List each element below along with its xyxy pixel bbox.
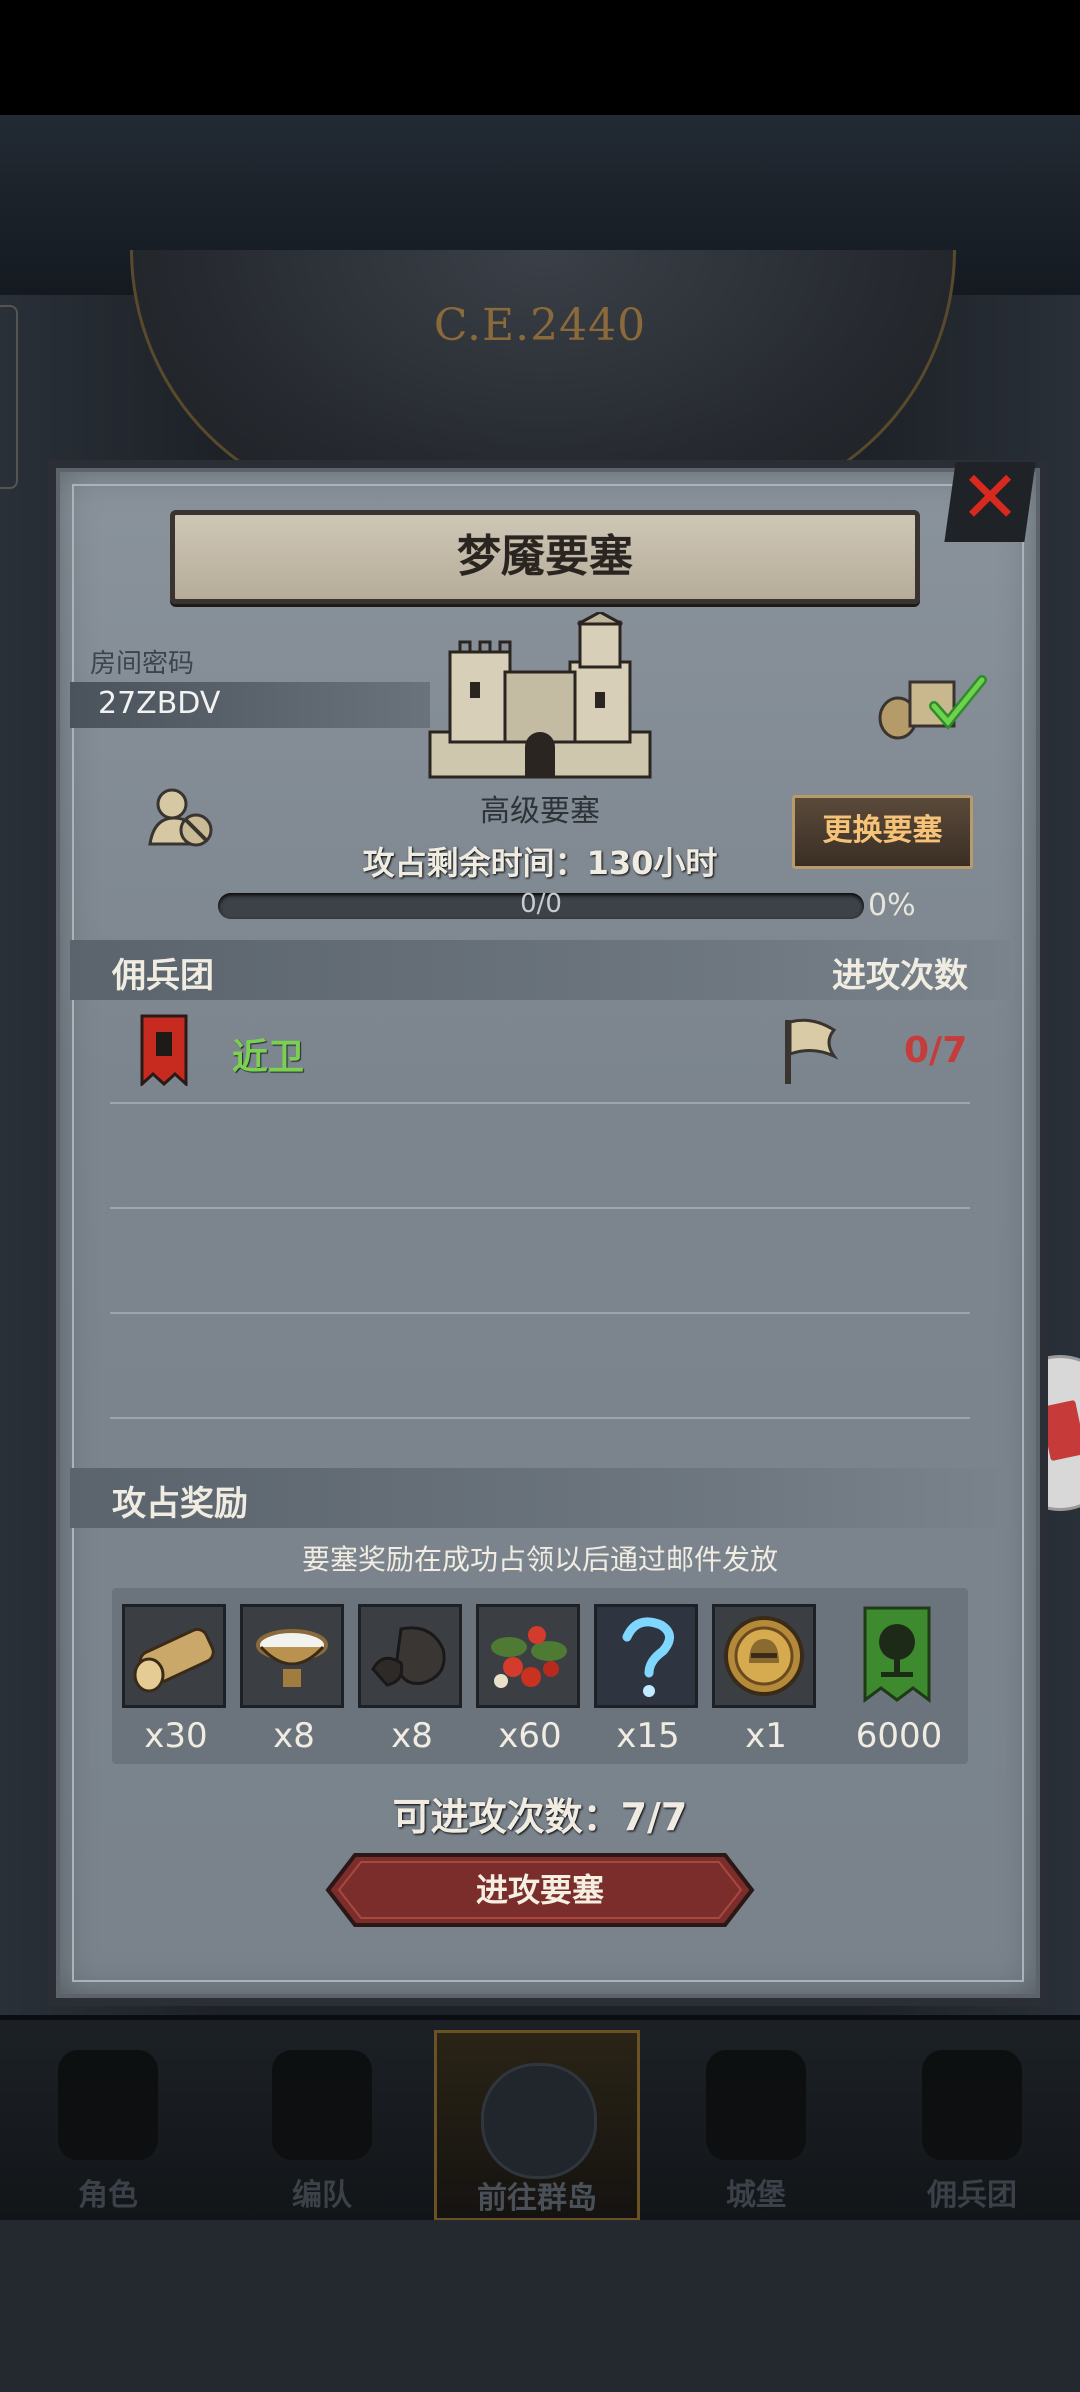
nav-character[interactable]: 角色 (8, 2030, 208, 2215)
nav-label: 角色 (78, 2178, 138, 2213)
reward-header: 攻占奖励 (112, 1484, 248, 1524)
reward-item[interactable]: x1 (712, 1604, 820, 1756)
row-divider (110, 1312, 970, 1314)
helmet-icon (272, 2050, 372, 2160)
progress-percent: 0% (868, 888, 916, 923)
wood-log-icon (122, 1604, 226, 1708)
reward-qty: x1 (745, 1716, 787, 1756)
reward-qty: x8 (391, 1716, 433, 1756)
change-fortress-button[interactable]: 更换要塞 (792, 795, 973, 869)
reward-qty: 6000 (855, 1716, 943, 1756)
bottom-strip (0, 2220, 1080, 2392)
knight-helmet-coin-icon (712, 1604, 816, 1708)
guild-name[interactable]: 近卫 (232, 1028, 304, 1080)
ore-stone-icon (358, 1604, 462, 1708)
nav-islands[interactable]: 前往群岛 (434, 2030, 640, 2221)
milk-bowl-icon (240, 1604, 344, 1708)
nav-mercenary[interactable]: 佣兵团 (872, 2030, 1072, 2215)
mercenary-header: 佣兵团 (112, 956, 214, 996)
attack-fortress-label[interactable]: 进攻要塞 (325, 1852, 755, 1928)
berries-icon (476, 1604, 580, 1708)
globe-icon (481, 2063, 597, 2179)
nav-label: 编队 (292, 2178, 352, 2213)
guild-attack-count: 0/7 (904, 1030, 968, 1071)
mercenary-icon (922, 2050, 1022, 2160)
castle-nav-icon (706, 2050, 806, 2160)
reward-item[interactable]: 6000 (845, 1604, 953, 1756)
nav-label: 前往群岛 (477, 2181, 597, 2216)
reward-qty: x60 (498, 1716, 562, 1756)
supplies-check-icon[interactable] (876, 672, 996, 740)
nav-label: 城堡 (726, 2178, 786, 2213)
reward-qty: x8 (273, 1716, 315, 1756)
tree-banner-icon (845, 1604, 949, 1708)
attack-count-header: 进攻次数 (832, 956, 968, 996)
progress-count: 0/0 (520, 889, 562, 919)
room-code: 27ZBDV (98, 686, 221, 721)
user-blocked-icon[interactable] (146, 786, 216, 850)
castle-icon (428, 612, 652, 779)
row-divider (110, 1207, 970, 1209)
calendar-year: C.E.2440 (433, 300, 647, 351)
reward-note: 要塞奖励在成功占领以后通过邮件发放 (301, 1543, 778, 1576)
reward-item[interactable]: x30 (122, 1604, 230, 1756)
remaining-attacks: 可进攻次数：7/7 (392, 1795, 688, 1839)
reward-item[interactable]: x60 (476, 1604, 584, 1756)
room-password-label: 房间密码 (90, 649, 195, 679)
reward-item[interactable]: x8 (358, 1604, 466, 1756)
nav-label: 佣兵团 (927, 2178, 1017, 2213)
reward-qty: x30 (144, 1716, 208, 1756)
row-divider (110, 1417, 970, 1419)
magic-question-icon (594, 1604, 698, 1708)
close-icon[interactable]: ✕ (955, 461, 1025, 533)
nav-castle[interactable]: 城堡 (656, 2030, 856, 2215)
dialog-title: 梦魇要塞 (457, 531, 633, 582)
edge-handle (0, 305, 18, 489)
reward-item[interactable]: x8 (240, 1604, 348, 1756)
nav-formation[interactable]: 编队 (222, 2030, 422, 2215)
row-divider (110, 1102, 970, 1104)
guild-banner-icon (140, 1014, 188, 1086)
knight-icon (58, 2050, 158, 2160)
flag-icon (785, 1018, 838, 1084)
status-bar-area (0, 0, 1080, 115)
reward-item[interactable]: x15 (594, 1604, 702, 1756)
reward-qty: x15 (616, 1716, 680, 1756)
